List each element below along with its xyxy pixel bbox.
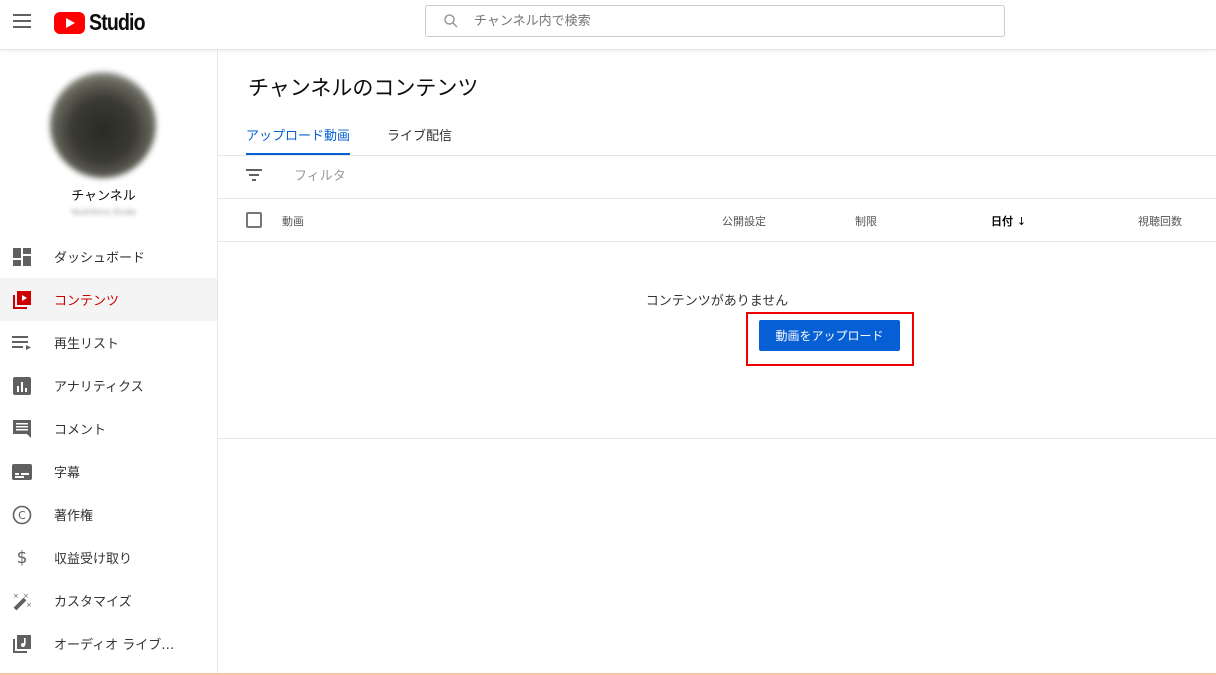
sidebar-item-label: カスタマイズ [54,595,132,610]
sidebar: チャンネル Yoshihiro Endo ダッシュボード コンテンツ 再生リスト… [0,50,218,673]
sidebar-item-comments[interactable]: コメント [0,407,217,450]
column-date[interactable]: 日付 ↓ [991,213,1026,229]
filter-icon [246,168,262,181]
empty-message: コンテンツがありません [645,294,789,309]
hamburger-menu-icon[interactable] [13,14,31,28]
playlist-icon [12,333,32,353]
content-icon [12,290,32,310]
divider [218,155,1216,156]
sidebar-item-subtitles[interactable]: 字幕 [0,450,217,493]
column-views: 視聴回数 [1138,215,1182,228]
sidebar-item-playlists[interactable]: 再生リスト [0,321,217,364]
channel-name: チャンネル [71,189,136,204]
divider [218,241,1216,242]
sidebar-item-label: 字幕 [54,466,81,481]
logo-text: Studio [89,9,146,35]
sidebar-item-content[interactable]: コンテンツ [0,278,217,321]
sidebar-item-label: コメント [54,423,107,438]
sidebar-item-audio-library[interactable]: オーディオ ライブ… [0,622,217,665]
top-bar: Studio [0,0,1216,50]
main-content: チャンネルのコンテンツ アップロード動画 ライブ配信 フィルタ 動画 公開設定 … [218,50,1216,673]
channel-avatar[interactable] [50,72,156,178]
filter-label: フィルタ [294,169,346,184]
analytics-icon [12,376,32,396]
upload-video-button[interactable]: 動画をアップロード [759,320,900,351]
divider [218,438,1216,439]
column-date-label: 日付 [991,215,1013,228]
sidebar-item-label: 再生リスト [54,337,120,352]
tab-uploads[interactable]: アップロード動画 [246,112,351,156]
svg-text:C: C [18,509,26,522]
search-box[interactable] [425,5,1005,37]
sidebar-item-label: 著作権 [54,509,94,524]
svg-text:×: × [23,592,29,600]
page-title: チャンネルのコンテンツ [248,76,479,100]
dollar-icon: $ [16,547,28,568]
table-header: 動画 公開設定 制限 日付 ↓ 視聴回数 [218,200,1216,240]
column-restrictions: 制限 [855,215,877,228]
audio-library-icon [12,634,32,654]
sidebar-item-label: アナリティクス [54,380,144,395]
sort-down-arrow-icon: ↓ [1016,215,1027,228]
sidebar-item-label: ダッシュボード [54,251,146,266]
tab-bar: アップロード動画 ライブ配信 [246,112,489,156]
sidebar-item-customize[interactable]: × × × カスタマイズ [0,579,217,622]
column-video: 動画 [282,215,304,228]
search-input[interactable] [474,13,954,29]
search-icon [444,14,458,28]
magic-wand-icon: × × × [12,591,32,611]
sidebar-item-label: コンテンツ [54,294,120,309]
filter-bar[interactable]: フィルタ [246,165,346,184]
svg-text:×: × [13,592,19,600]
divider [218,198,1216,199]
sidebar-item-label: オーディオ ライブ… [54,638,175,653]
subtitles-icon [12,462,32,482]
youtube-studio-logo[interactable]: Studio [54,9,155,36]
sidebar-item-copyright[interactable]: C 著作権 [0,493,217,536]
comment-icon [12,419,32,439]
svg-text:×: × [26,601,32,609]
tab-live[interactable]: ライブ配信 [387,112,452,156]
select-all-checkbox[interactable] [246,212,262,228]
sidebar-nav: ダッシュボード コンテンツ 再生リスト アナリティクス コメント 字幕 C 著作権… [0,235,217,665]
column-visibility: 公開設定 [722,215,766,228]
youtube-play-icon [54,11,85,34]
sidebar-item-label: 収益受け取り [54,552,133,567]
sidebar-item-analytics[interactable]: アナリティクス [0,364,217,407]
sidebar-item-dashboard[interactable]: ダッシュボード [0,235,217,278]
copyright-icon: C [12,505,32,525]
dashboard-icon [12,247,32,267]
sidebar-item-monetization[interactable]: $ 収益受け取り [0,536,217,579]
channel-handle: Yoshihiro Endo [70,208,137,218]
